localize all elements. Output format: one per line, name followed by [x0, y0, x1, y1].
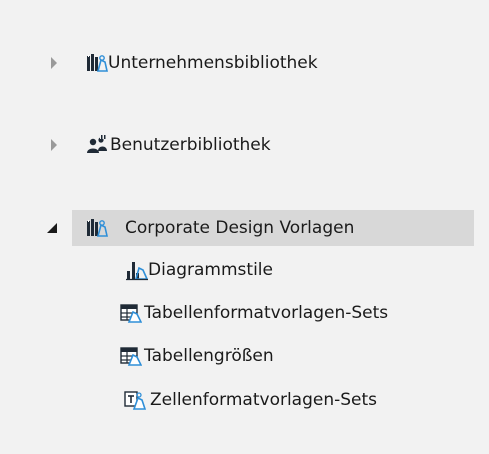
table-style-set-icon: [120, 302, 142, 324]
library-icon: [86, 52, 108, 74]
collapse-arrow-icon[interactable]: [45, 221, 59, 235]
library-icon: [86, 217, 108, 239]
tree-child-diagrammstile[interactable]: Diagrammstile: [120, 252, 380, 288]
cell-style-set-icon: [124, 389, 146, 411]
tree-node-label: Tabellenformatvorlagen-Sets: [144, 303, 389, 323]
template-tree: Unternehmensbibliothek Benutzerbibliothe…: [0, 0, 489, 454]
tree-node-label: Zellenformatvorlagen-Sets: [150, 390, 378, 410]
tree-node-label: Corporate Design Vorlagen: [125, 218, 355, 238]
tree-node-corporate-design-vorlagen[interactable]: Corporate Design Vorlagen: [72, 210, 474, 246]
tree-node-label: Diagrammstile: [148, 260, 273, 280]
chart-style-icon: [126, 259, 148, 281]
tree-node-benutzerbibliothek[interactable]: Benutzerbibliothek: [0, 127, 470, 163]
users-icon: [86, 134, 108, 156]
tree-child-tabellengroessen[interactable]: Tabellengrößen: [120, 338, 380, 374]
tree-node-label: Benutzerbibliothek: [110, 135, 271, 155]
expand-arrow-icon[interactable]: [47, 56, 61, 70]
table-size-icon: [120, 345, 142, 367]
tree-child-zellenformatvorlagen-sets[interactable]: Zellenformatvorlagen-Sets: [120, 382, 460, 418]
tree-node-label: Unternehmensbibliothek: [108, 53, 318, 73]
expand-arrow-icon[interactable]: [47, 138, 61, 152]
tree-node-label: Tabellengrößen: [144, 346, 274, 366]
tree-child-tabellenformatvorlagen-sets[interactable]: Tabellenformatvorlagen-Sets: [120, 295, 480, 331]
tree-node-unternehmensbibliothek[interactable]: Unternehmensbibliothek: [0, 45, 470, 81]
